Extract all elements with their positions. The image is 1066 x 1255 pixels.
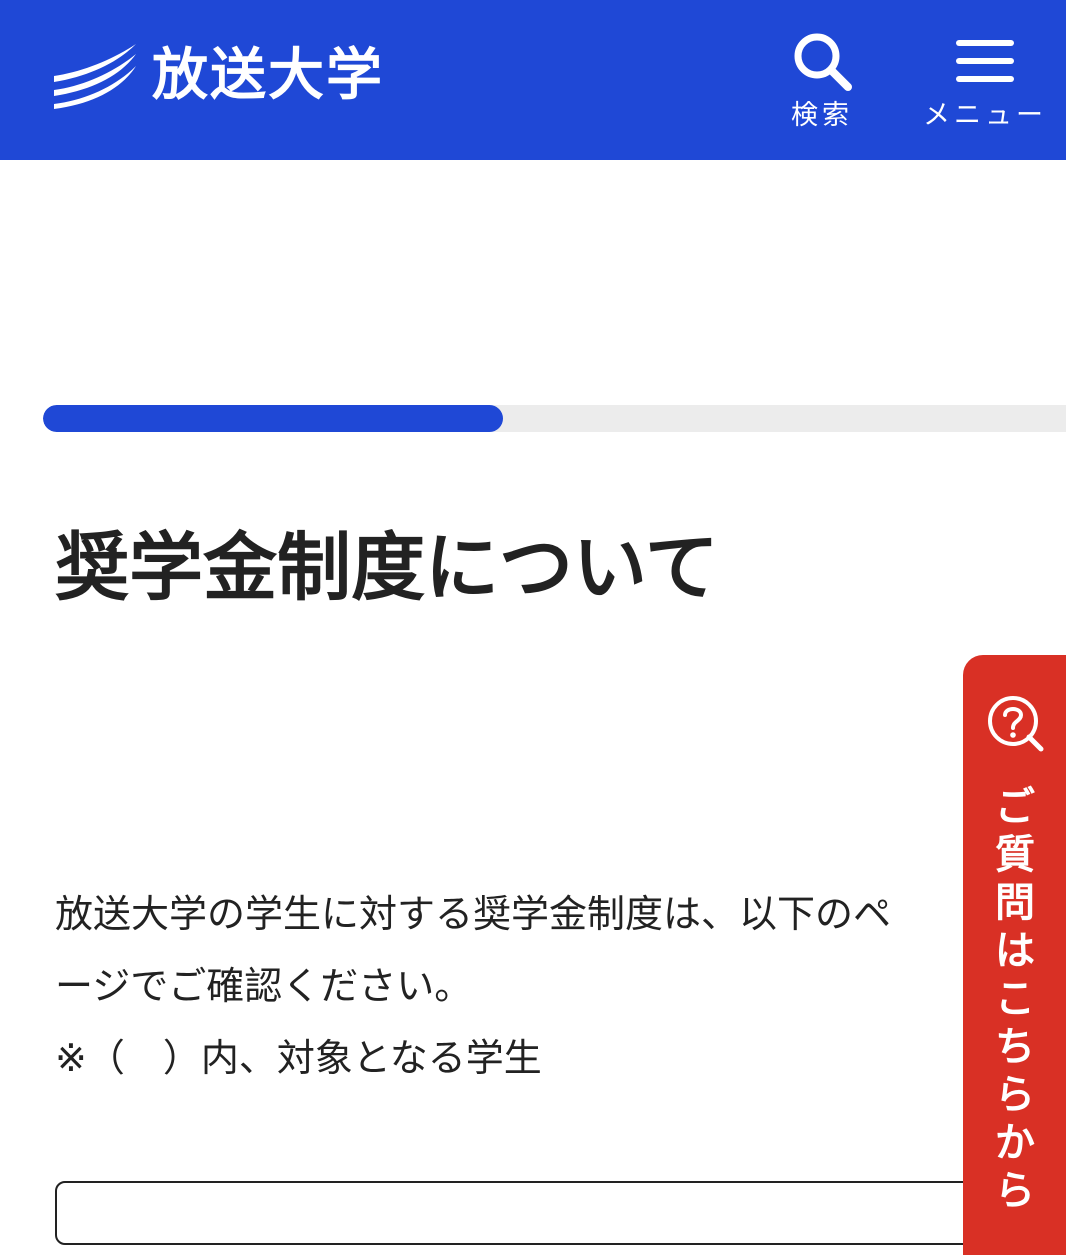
intro-line: ※（ ）内、対象となる学生 — [55, 1036, 542, 1080]
question-circle-icon — [988, 696, 1044, 752]
search-button[interactable]: 検索 — [784, 30, 860, 129]
reading-progress-fill — [43, 405, 504, 432]
search-label: 検索 — [791, 100, 853, 131]
search-icon — [794, 33, 852, 91]
faq-side-tab[interactable]: ご質問はこちらから — [963, 655, 1066, 1255]
content-card — [55, 1181, 1019, 1245]
site-header: 放送大学 検索 メニュー — [0, 0, 1066, 160]
intro-text: 放送大学の学生に対する奨学金制度は、以下のペ ージでご確認ください。 ※（ ）内… — [55, 878, 960, 1094]
reading-progress-bar — [43, 405, 1066, 432]
menu-label: メニュー — [923, 100, 1047, 131]
faq-tab-label: ご質問はこちらから — [995, 784, 1035, 1214]
hamburger-menu-icon — [956, 40, 1014, 82]
intro-line: ージでご確認ください。 — [55, 964, 473, 1008]
site-logo[interactable]: 放送大学 — [52, 40, 384, 112]
page-title: 奨学金制度について — [55, 525, 719, 611]
logo-text: 放送大学 — [152, 43, 384, 108]
intro-line: 放送大学の学生に対する奨学金制度は、以下のペ — [55, 892, 892, 936]
logo-swoosh-icon — [54, 44, 136, 109]
menu-button[interactable]: メニュー — [923, 30, 1047, 131]
